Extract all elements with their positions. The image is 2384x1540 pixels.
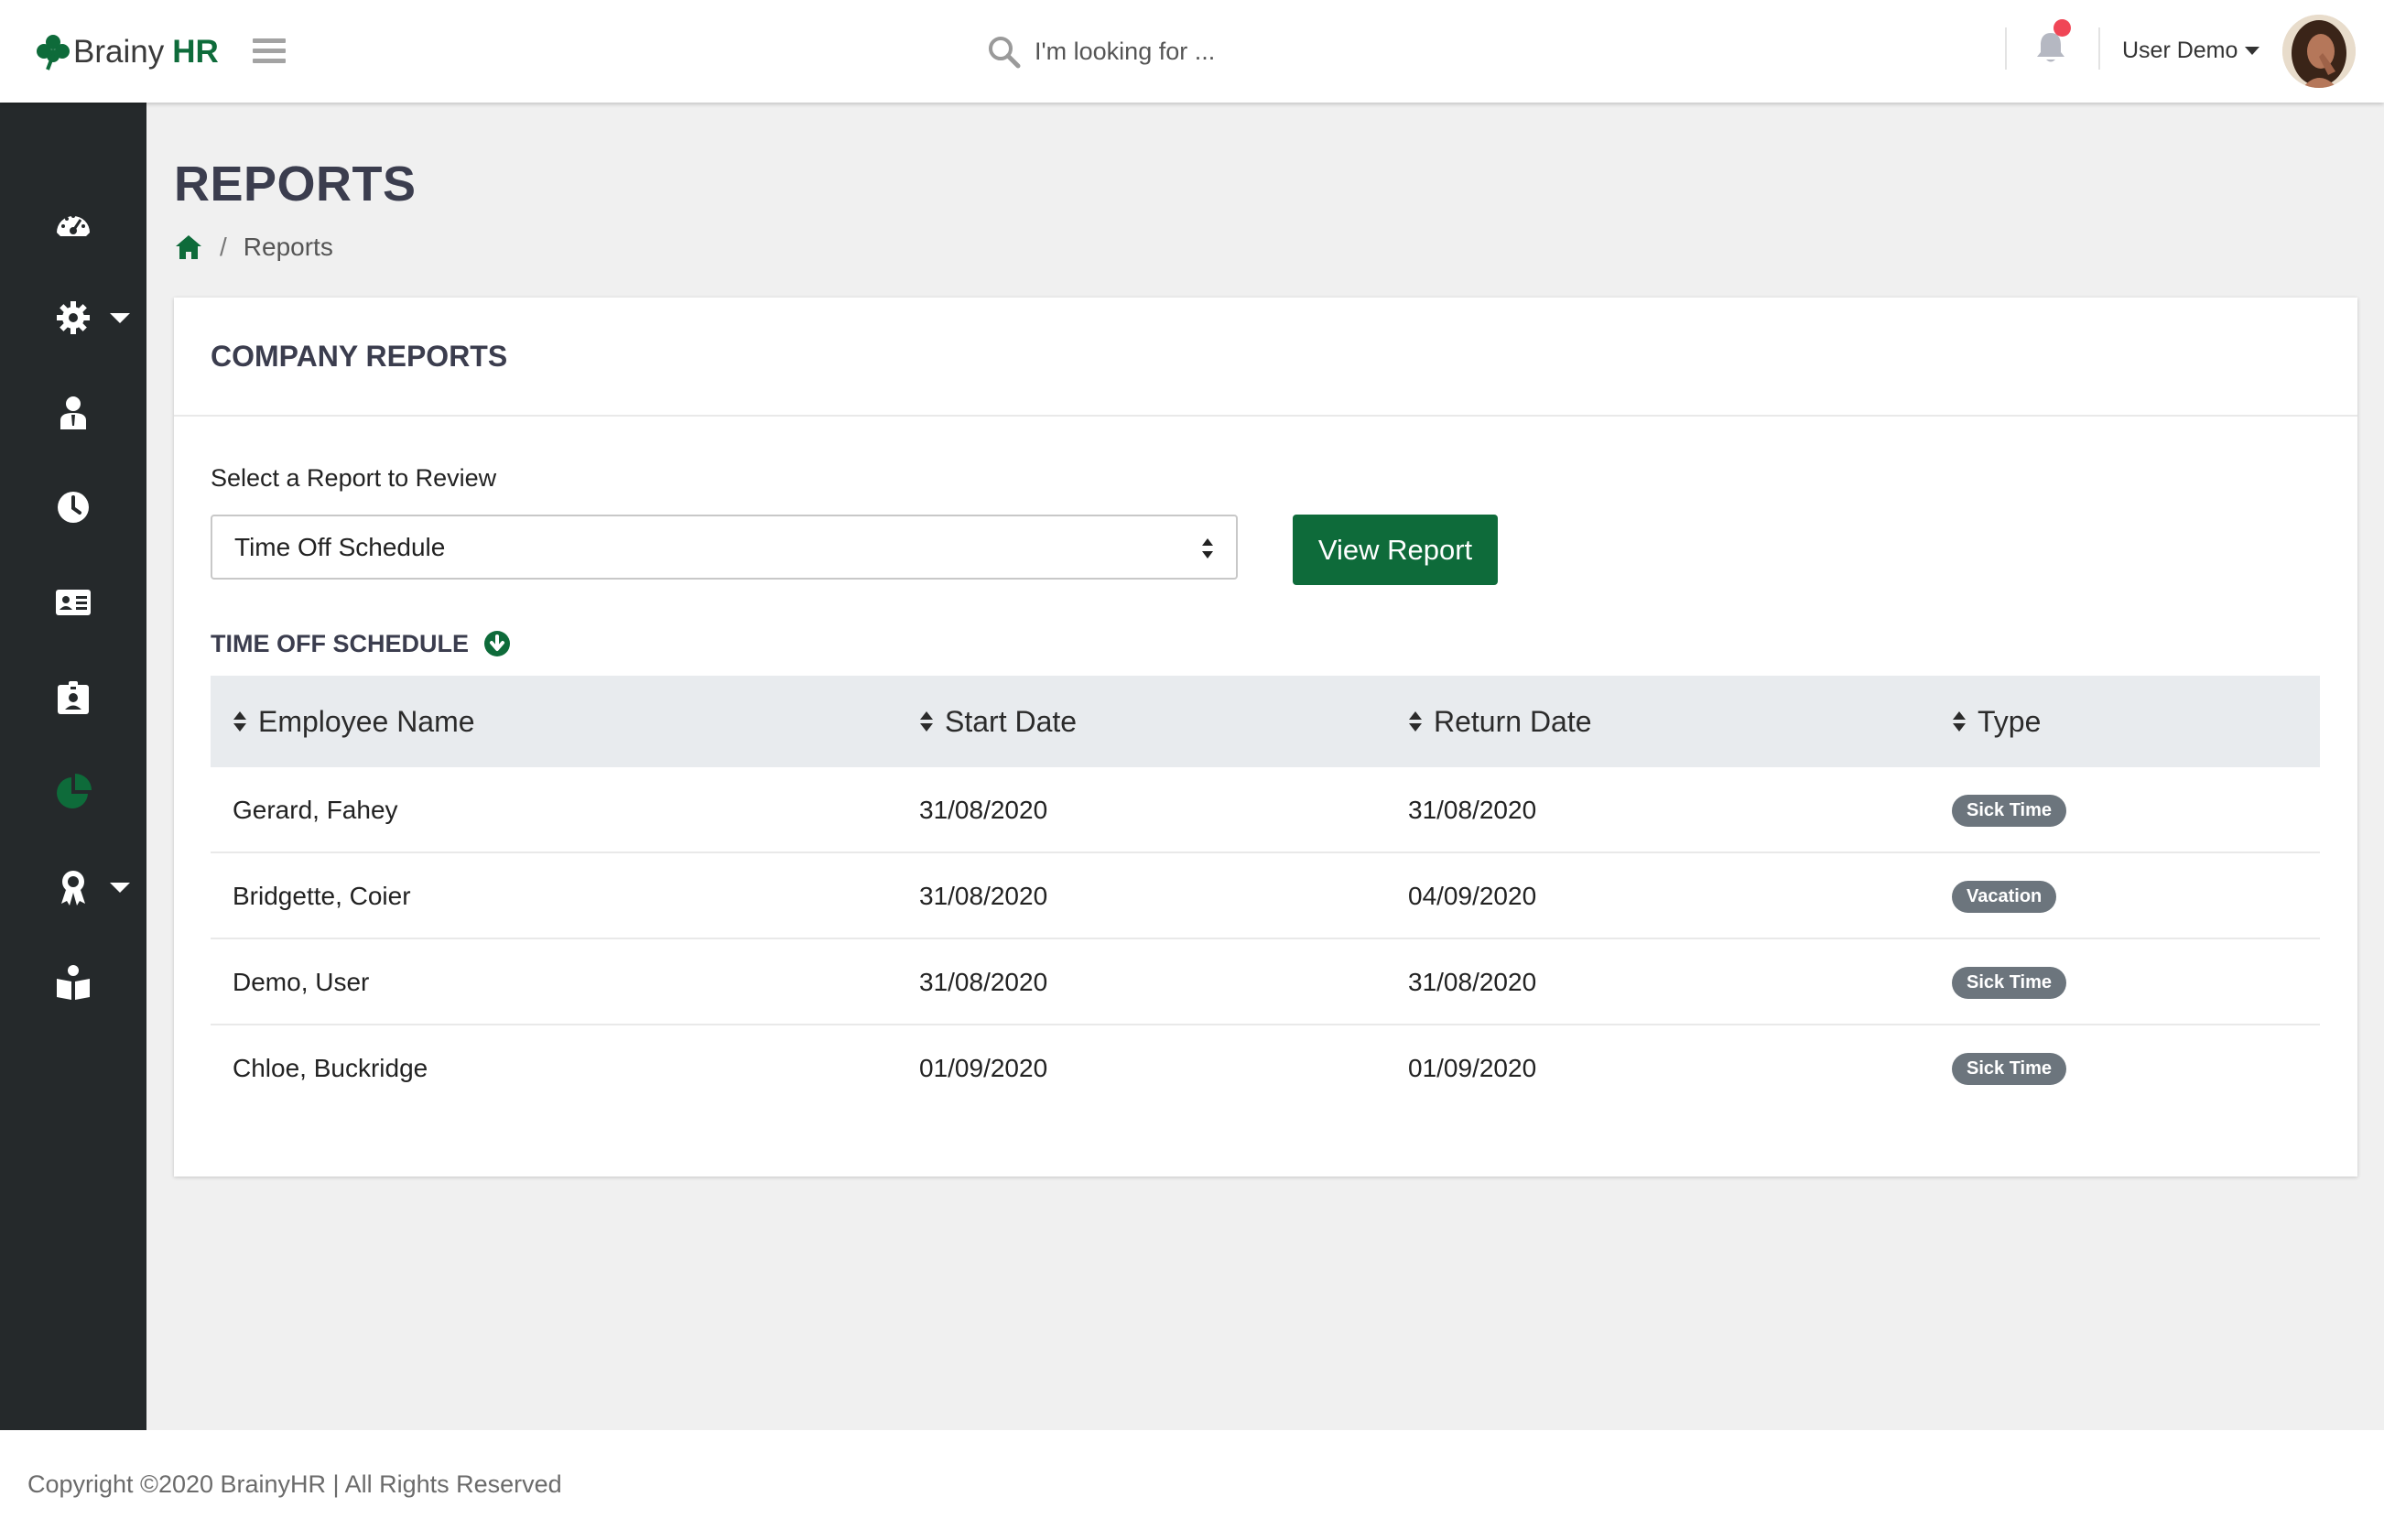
type-badge: Sick Time (1952, 966, 2067, 999)
dashboard-icon (57, 214, 90, 236)
start-date-cell: 01/09/2020 (919, 1054, 1048, 1082)
sort-icon (1409, 711, 1422, 732)
column-label: Return Date (1434, 704, 1592, 738)
sidebar-item-time[interactable] (0, 475, 146, 539)
column-header-start-date[interactable]: Start Date (919, 676, 1077, 767)
search-icon (989, 37, 1021, 69)
table-row: Chloe, Buckridge 01/09/2020 01/09/2020 S… (211, 1025, 2320, 1112)
sidebar-item-reports[interactable] (0, 760, 146, 824)
sidebar-item-settings[interactable] (0, 286, 146, 350)
chevron-down-icon (110, 882, 130, 893)
type-cell: Sick Time (1952, 939, 2067, 1025)
sidebar-item-dashboard[interactable] (0, 191, 146, 255)
select-arrows-icon (1202, 538, 1213, 559)
breadcrumb-reports[interactable]: Reports (244, 233, 333, 262)
sort-icon (1953, 711, 1966, 732)
divider (2005, 27, 2007, 70)
section-title: TIME OFF SCHEDULE (211, 625, 511, 662)
sidebar-item-learning[interactable] (0, 950, 146, 1014)
start-date-cell: 31/08/2020 (919, 796, 1048, 824)
clock-icon (58, 492, 89, 523)
divider (2098, 27, 2100, 70)
employee-name-cell: Chloe, Buckridge (233, 1054, 428, 1082)
user-name: User Demo (2122, 37, 2238, 63)
sidebar-item-employees[interactable] (0, 381, 146, 445)
footer: Copyright ©2020 BrainyHR | All Rights Re… (0, 1430, 2384, 1540)
employee-name-cell: Gerard, Fahey (233, 796, 398, 824)
type-badge: Sick Time (1952, 1052, 2067, 1085)
download-icon[interactable] (483, 630, 511, 657)
search-input[interactable] (1035, 29, 1492, 73)
brand-name: Brainy (73, 34, 165, 70)
employee-name-cell: Bridgette, Coier (233, 882, 411, 910)
reading-icon (57, 965, 90, 1000)
copyright-text: Copyright ©2020 BrainyHR | All Rights Re… (27, 1470, 562, 1498)
employee-icon (60, 396, 86, 429)
card-header: COMPANY REPORTS (174, 298, 2357, 417)
id-badge-icon (58, 681, 89, 714)
chevron-down-icon (2245, 46, 2260, 55)
column-label: Start Date (945, 704, 1078, 738)
card-title: COMPANY REPORTS (211, 339, 508, 373)
top-navbar: Brainy HR User Demo (0, 0, 2384, 103)
section-title-text: TIME OFF SCHEDULE (211, 629, 469, 657)
return-date-cell: 31/08/2020 (1408, 968, 1537, 996)
company-reports-card: COMPANY REPORTS Select a Report to Revie… (174, 298, 2357, 1177)
sidebar-item-directory[interactable] (0, 570, 146, 634)
column-header-type[interactable]: Type (1952, 676, 2041, 767)
table-row: Gerard, Fahey 31/08/2020 31/08/2020 Sick… (211, 767, 2320, 853)
brand-suffix: HR (172, 34, 219, 70)
view-report-button[interactable]: View Report (1293, 515, 1498, 585)
clover-icon (37, 35, 70, 70)
notification-dot (2053, 19, 2071, 37)
type-cell: Sick Time (1952, 767, 2067, 853)
breadcrumb: / Reports (174, 231, 333, 264)
menu-toggle-icon[interactable] (253, 38, 286, 64)
return-date-cell: 01/09/2020 (1408, 1054, 1537, 1082)
column-header-employee-name[interactable]: Employee Name (233, 676, 475, 767)
table-row: Demo, User 31/08/2020 31/08/2020 Sick Ti… (211, 939, 2320, 1025)
table-row: Bridgette, Coier 31/08/2020 04/09/2020 V… (211, 853, 2320, 939)
column-label: Employee Name (258, 704, 475, 738)
brand-logo[interactable]: Brainy HR (35, 27, 219, 77)
employee-name-cell: Demo, User (233, 968, 370, 996)
column-label: Type (1978, 704, 2042, 738)
user-menu-dropdown[interactable]: User Demo (2122, 35, 2260, 66)
time-off-table: Employee Name Start Date Return Date Typ… (211, 676, 2320, 1112)
pie-chart-icon (57, 774, 92, 808)
return-date-cell: 04/09/2020 (1408, 882, 1537, 910)
home-icon[interactable] (174, 233, 203, 261)
id-card-icon (56, 590, 91, 615)
table-header: Employee Name Start Date Return Date Typ… (211, 676, 2320, 767)
start-date-cell: 31/08/2020 (919, 968, 1048, 996)
type-cell: Sick Time (1952, 1025, 2067, 1112)
avatar[interactable] (2282, 15, 2356, 88)
gear-icon (57, 301, 90, 334)
column-header-return-date[interactable]: Return Date (1408, 676, 1592, 767)
sidebar (0, 103, 146, 1430)
sort-icon (920, 711, 933, 732)
type-cell: Vacation (1952, 853, 2057, 939)
return-date-cell: 31/08/2020 (1408, 796, 1537, 824)
sidebar-item-awards[interactable] (0, 855, 146, 919)
type-badge: Sick Time (1952, 794, 2067, 827)
type-badge: Vacation (1952, 880, 2057, 913)
sidebar-item-badges[interactable] (0, 666, 146, 730)
breadcrumb-separator: / (220, 233, 227, 261)
page-title: REPORTS (174, 157, 417, 211)
report-select[interactable]: Time Off Schedule (211, 515, 1238, 580)
award-icon (61, 871, 85, 906)
chevron-down-icon (110, 312, 130, 323)
report-select-label: Select a Report to Review (211, 464, 497, 492)
report-select-value: Time Off Schedule (234, 532, 446, 561)
start-date-cell: 31/08/2020 (919, 882, 1048, 910)
sort-icon (233, 711, 246, 732)
